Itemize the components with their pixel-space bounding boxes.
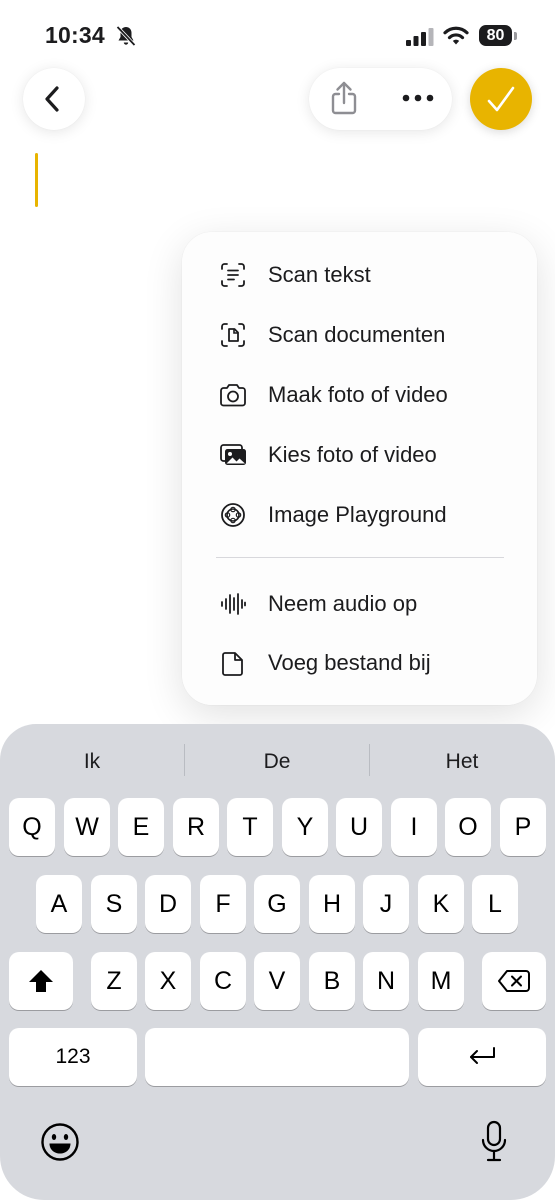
key-w[interactable]: W — [64, 798, 110, 856]
key-z[interactable]: Z — [91, 952, 137, 1010]
toolbar-actions — [309, 68, 452, 130]
key-x[interactable]: X — [145, 952, 191, 1010]
backspace-icon — [498, 970, 530, 992]
menu-item-label: Scan tekst — [268, 262, 371, 287]
key-s[interactable]: S — [91, 875, 137, 933]
key-d[interactable]: D — [145, 875, 191, 933]
status-time: 10:34 — [45, 22, 105, 48]
keyboard: Ik De Het Q W E R T Y U I O P A S D F G … — [0, 724, 555, 1200]
bell-slash-icon — [116, 25, 136, 47]
menu-item-attach-file[interactable]: Voeg bestand bij — [182, 635, 537, 691]
key-t[interactable]: T — [227, 798, 273, 856]
attachment-menu: Scan tekst Scan documenten Maak foto of … — [182, 232, 537, 705]
image-playground-icon — [221, 503, 245, 527]
scan-document-icon — [221, 323, 245, 347]
more-icon[interactable] — [401, 93, 435, 103]
share-icon[interactable] — [327, 80, 361, 116]
battery-nub — [514, 32, 517, 40]
key-v[interactable]: V — [254, 952, 300, 1010]
menu-item-scan-documents[interactable]: Scan documenten — [182, 307, 537, 363]
waveform-icon — [221, 593, 246, 615]
menu-item-label: Image Playground — [268, 502, 447, 527]
done-button[interactable] — [470, 68, 532, 130]
key-i[interactable]: I — [391, 798, 437, 856]
battery-indicator: 80 — [479, 25, 519, 47]
key-f[interactable]: F — [200, 875, 246, 933]
key-k[interactable]: K — [418, 875, 464, 933]
key-a[interactable]: A — [36, 875, 82, 933]
key-r[interactable]: R — [173, 798, 219, 856]
chevron-left-icon — [45, 86, 59, 112]
key-y[interactable]: Y — [282, 798, 328, 856]
emoji-icon[interactable] — [40, 1122, 80, 1162]
key-l[interactable]: L — [472, 875, 518, 933]
checkmark-icon — [487, 86, 515, 112]
menu-item-label: Kies foto of video — [268, 442, 437, 467]
key-m[interactable]: M — [418, 952, 464, 1010]
key-n[interactable]: N — [363, 952, 409, 1010]
numbers-key[interactable]: 123 — [9, 1028, 137, 1086]
text-cursor — [35, 153, 38, 207]
wifi-icon — [443, 26, 469, 45]
suggestion-1[interactable]: Ik — [0, 742, 184, 782]
key-g[interactable]: G — [254, 875, 300, 933]
key-b[interactable]: B — [309, 952, 355, 1010]
menu-item-take-photo[interactable]: Maak foto of video — [182, 367, 537, 423]
key-j[interactable]: J — [363, 875, 409, 933]
document-icon — [222, 652, 243, 676]
menu-item-choose-photo[interactable]: Kies foto of video — [182, 427, 537, 483]
key-p[interactable]: P — [500, 798, 546, 856]
key-u[interactable]: U — [336, 798, 382, 856]
key-c[interactable]: C — [200, 952, 246, 1010]
menu-item-image-playground[interactable]: Image Playground — [182, 487, 537, 543]
shift-icon — [29, 970, 53, 992]
suggestion-3[interactable]: Het — [370, 742, 554, 782]
menu-divider — [216, 557, 504, 558]
delete-key[interactable] — [482, 952, 546, 1010]
photo-library-icon — [220, 444, 246, 465]
suggestion-2[interactable]: De — [185, 742, 369, 782]
microphone-icon[interactable] — [478, 1120, 510, 1164]
return-key[interactable] — [418, 1028, 546, 1086]
menu-item-label: Scan documenten — [268, 322, 446, 347]
menu-item-scan-text[interactable]: Scan tekst — [182, 247, 537, 303]
cellular-signal-icon — [406, 28, 434, 46]
shift-key[interactable] — [9, 952, 73, 1010]
battery-level: 80 — [479, 25, 512, 46]
menu-item-label: Maak foto of video — [268, 382, 448, 407]
menu-item-label: Neem audio op — [268, 591, 418, 616]
status-bar: 10:34 80 — [0, 0, 555, 70]
key-q[interactable]: Q — [9, 798, 55, 856]
key-e[interactable]: E — [118, 798, 164, 856]
scan-text-icon — [221, 263, 245, 287]
back-button[interactable] — [23, 68, 85, 130]
key-o[interactable]: O — [445, 798, 491, 856]
menu-item-label: Voeg bestand bij — [268, 650, 431, 675]
return-icon — [470, 1047, 495, 1064]
key-h[interactable]: H — [309, 875, 355, 933]
menu-item-record-audio[interactable]: Neem audio op — [182, 576, 537, 632]
camera-icon — [220, 384, 246, 407]
space-bar[interactable] — [145, 1028, 409, 1086]
